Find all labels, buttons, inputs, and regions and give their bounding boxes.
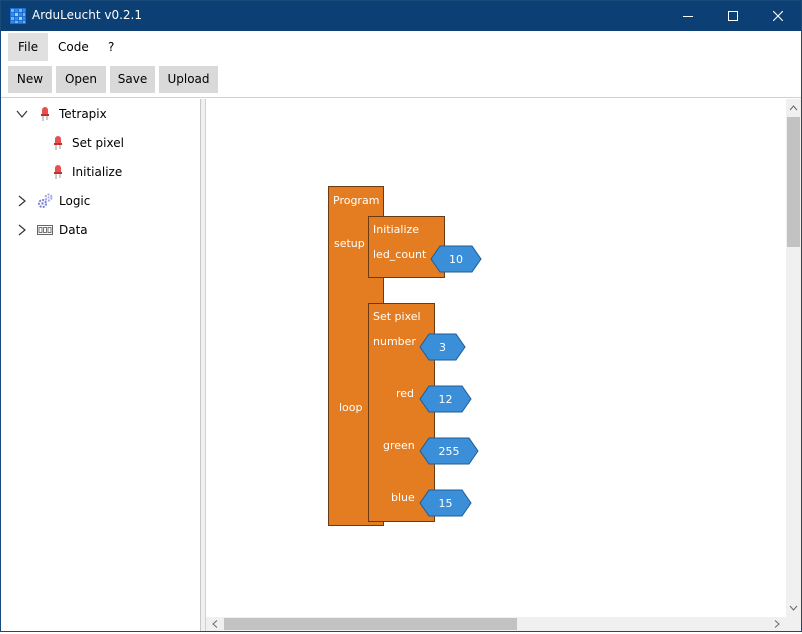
open-button[interactable]: Open bbox=[56, 66, 106, 93]
tree-item-set-pixel[interactable]: Set pixel bbox=[50, 133, 124, 153]
tree-item-label: Set pixel bbox=[72, 136, 124, 150]
maximize-icon bbox=[728, 11, 738, 21]
toolbar: New Open Save Upload bbox=[1, 62, 801, 98]
menu-file[interactable]: File bbox=[8, 33, 49, 61]
tree-item-initialize[interactable]: Initialize bbox=[50, 162, 122, 182]
menu-help[interactable]: ? bbox=[98, 33, 124, 61]
chevron-down-icon[interactable] bbox=[15, 107, 29, 121]
scroll-track bbox=[787, 105, 800, 611]
value-text: 3 bbox=[439, 340, 446, 354]
value-text: 255 bbox=[438, 444, 460, 458]
minimize-button[interactable] bbox=[665, 1, 711, 31]
scrollbar-corner bbox=[786, 617, 801, 631]
tree-item-label: Data bbox=[59, 223, 88, 237]
set-pixel-title: Set pixel bbox=[373, 310, 421, 323]
maximize-button[interactable] bbox=[710, 1, 756, 31]
app-icon bbox=[10, 8, 26, 24]
value-text: 12 bbox=[438, 392, 453, 406]
led-count-value[interactable]: 10 bbox=[430, 245, 482, 273]
tree-item-logic[interactable]: Logic bbox=[15, 191, 90, 211]
program-loop-label: loop bbox=[339, 401, 363, 414]
initialize-param-label: led_count bbox=[373, 248, 427, 261]
param-label-blue: blue bbox=[391, 491, 415, 504]
program-setup-label: setup bbox=[334, 237, 365, 250]
number-icon bbox=[37, 222, 53, 238]
value-text: 10 bbox=[449, 252, 463, 266]
scroll-track bbox=[212, 618, 780, 630]
new-button[interactable]: New bbox=[8, 66, 52, 93]
tree-item-label: Tetrapix bbox=[59, 107, 107, 121]
close-button[interactable] bbox=[755, 1, 801, 31]
param-label-red: red bbox=[396, 387, 415, 400]
tree-item-label: Initialize bbox=[72, 165, 123, 179]
title-bar[interactable]: ArduLeucht v0.2.1 bbox=[1, 1, 801, 31]
upload-button[interactable]: Upload bbox=[159, 66, 218, 93]
app-window: ArduLeucht v0.2.1 File Code ? New Open S… bbox=[0, 0, 802, 632]
param-label-number: number bbox=[373, 335, 416, 348]
block-library-tree: Tetrapix Set pixel Initialize Logic Data bbox=[1, 99, 201, 631]
menu-bar: File Code ? bbox=[1, 31, 801, 62]
block-canvas[interactable]: Program setup loop Initialize led_count … bbox=[206, 99, 786, 617]
window-title: ArduLeucht v0.2.1 bbox=[32, 8, 142, 22]
tree-item-data[interactable]: Data bbox=[15, 220, 88, 240]
param-label-green: green bbox=[383, 439, 415, 452]
value-text: 15 bbox=[438, 496, 453, 510]
led-icon bbox=[50, 164, 66, 180]
led-icon bbox=[50, 135, 66, 151]
chevron-right-icon[interactable] bbox=[15, 223, 29, 237]
initialize-title: Initialize bbox=[373, 223, 420, 236]
gears-icon bbox=[37, 193, 53, 209]
minimize-icon bbox=[683, 16, 693, 17]
program-title: Program bbox=[333, 194, 380, 207]
tree-item-tetrapix[interactable]: Tetrapix bbox=[15, 104, 107, 124]
number-value[interactable]: 3 bbox=[419, 333, 466, 361]
menu-code[interactable]: Code bbox=[48, 33, 99, 61]
tree-item-label: Logic bbox=[59, 194, 91, 208]
vertical-scrollbar[interactable] bbox=[786, 99, 801, 617]
close-icon bbox=[773, 11, 783, 21]
horizontal-scrollbar[interactable] bbox=[206, 617, 786, 631]
chevron-right-icon[interactable] bbox=[15, 194, 29, 208]
blue-value[interactable]: 15 bbox=[419, 489, 472, 517]
save-button[interactable]: Save bbox=[110, 66, 155, 93]
led-icon bbox=[37, 106, 53, 122]
red-value[interactable]: 12 bbox=[419, 385, 472, 413]
green-value[interactable]: 255 bbox=[419, 437, 479, 465]
